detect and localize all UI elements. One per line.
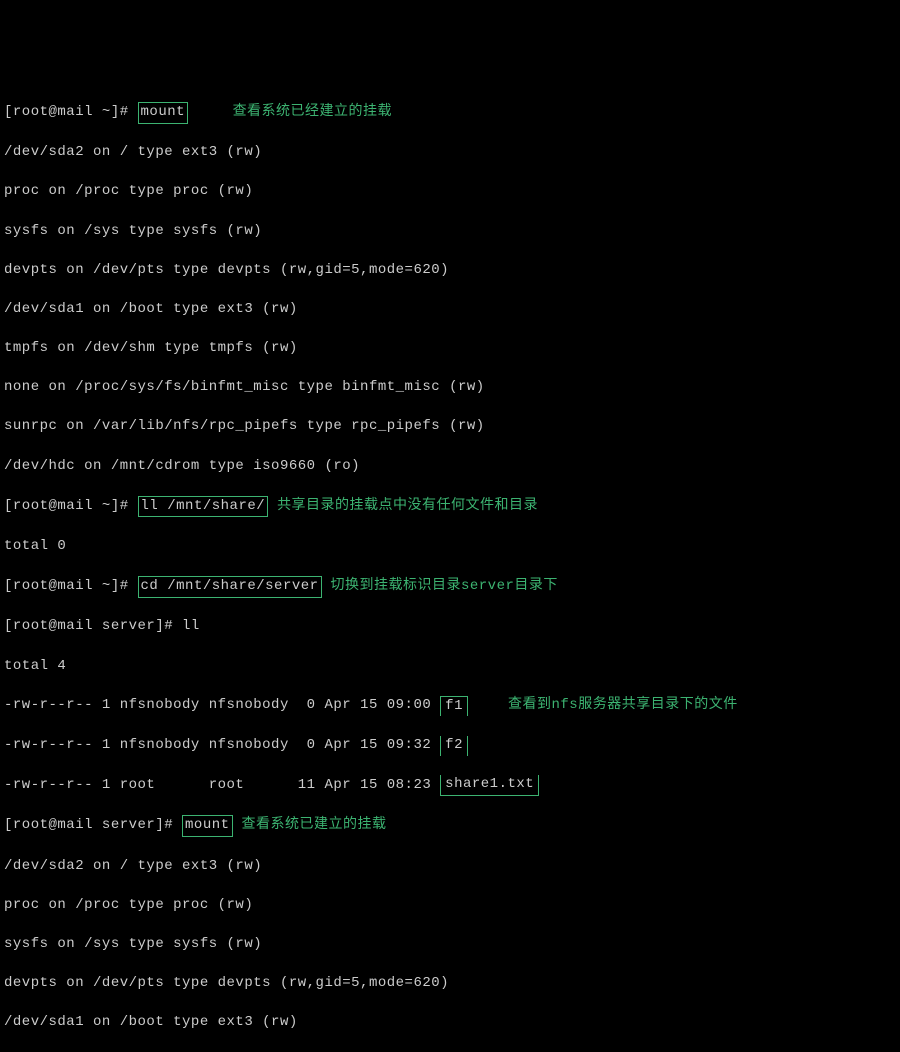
file-share1: share1.txt <box>440 775 539 796</box>
output-line: /dev/sda1 on /boot type ext3 (rw) <box>4 1013 298 1033</box>
annotation: 查看系统已经建立的挂载 <box>233 103 393 123</box>
annotation: 切换到挂载标识目录server目录下 <box>330 577 557 597</box>
output-line: total 0 <box>4 537 66 557</box>
command-mount: mount <box>138 102 189 124</box>
ls-line: -rw-r--r-- 1 root root 11 Apr 15 08:23 <box>4 776 440 796</box>
file-f1: f1 <box>440 696 468 717</box>
annotation: 查看系统已建立的挂载 <box>241 816 386 836</box>
file-f2: f2 <box>440 736 468 756</box>
output-line: sunrpc on /var/lib/nfs/rpc_pipefs type r… <box>4 417 485 437</box>
output-line: devpts on /dev/pts type devpts (rw,gid=5… <box>4 974 449 994</box>
output-line: tmpfs on /dev/shm type tmpfs (rw) <box>4 339 298 359</box>
prompt: [root@mail ~]# <box>4 577 138 597</box>
output-line: sysfs on /sys type sysfs (rw) <box>4 222 262 242</box>
ls-line: -rw-r--r-- 1 nfsnobody nfsnobody 0 Apr 1… <box>4 736 440 756</box>
prompt: [root@mail ~]# <box>4 103 138 123</box>
command-ll-share: ll /mnt/share/ <box>138 496 269 518</box>
command-mount2: mount <box>182 815 233 837</box>
output-line: proc on /proc type proc (rw) <box>4 182 253 202</box>
annotation: 查看到nfs服务器共享目录下的文件 <box>508 696 738 716</box>
prompt: [root@mail ~]# <box>4 497 138 517</box>
output-line: /dev/sda2 on / type ext3 (rw) <box>4 143 262 163</box>
command-cd: cd /mnt/share/server <box>138 576 322 598</box>
annotation: 共享目录的挂载点中没有任何文件和目录 <box>277 497 538 517</box>
output-line: /dev/sda1 on /boot type ext3 (rw) <box>4 300 298 320</box>
terminal-output[interactable]: [root@mail ~]# mount 查看系统已经建立的挂载 /dev/sd… <box>4 82 896 1052</box>
output-line: [root@mail server]# ll <box>4 617 200 637</box>
output-line: /dev/hdc on /mnt/cdrom type iso9660 (ro) <box>4 457 360 477</box>
prompt: [root@mail server]# <box>4 816 182 836</box>
output-line: devpts on /dev/pts type devpts (rw,gid=5… <box>4 261 449 281</box>
output-line: total 4 <box>4 657 66 677</box>
ls-line: -rw-r--r-- 1 nfsnobody nfsnobody 0 Apr 1… <box>4 696 440 716</box>
output-line: /dev/sda2 on / type ext3 (rw) <box>4 857 262 877</box>
output-line: none on /proc/sys/fs/binfmt_misc type bi… <box>4 378 485 398</box>
output-line: sysfs on /sys type sysfs (rw) <box>4 935 262 955</box>
output-line: proc on /proc type proc (rw) <box>4 896 253 916</box>
